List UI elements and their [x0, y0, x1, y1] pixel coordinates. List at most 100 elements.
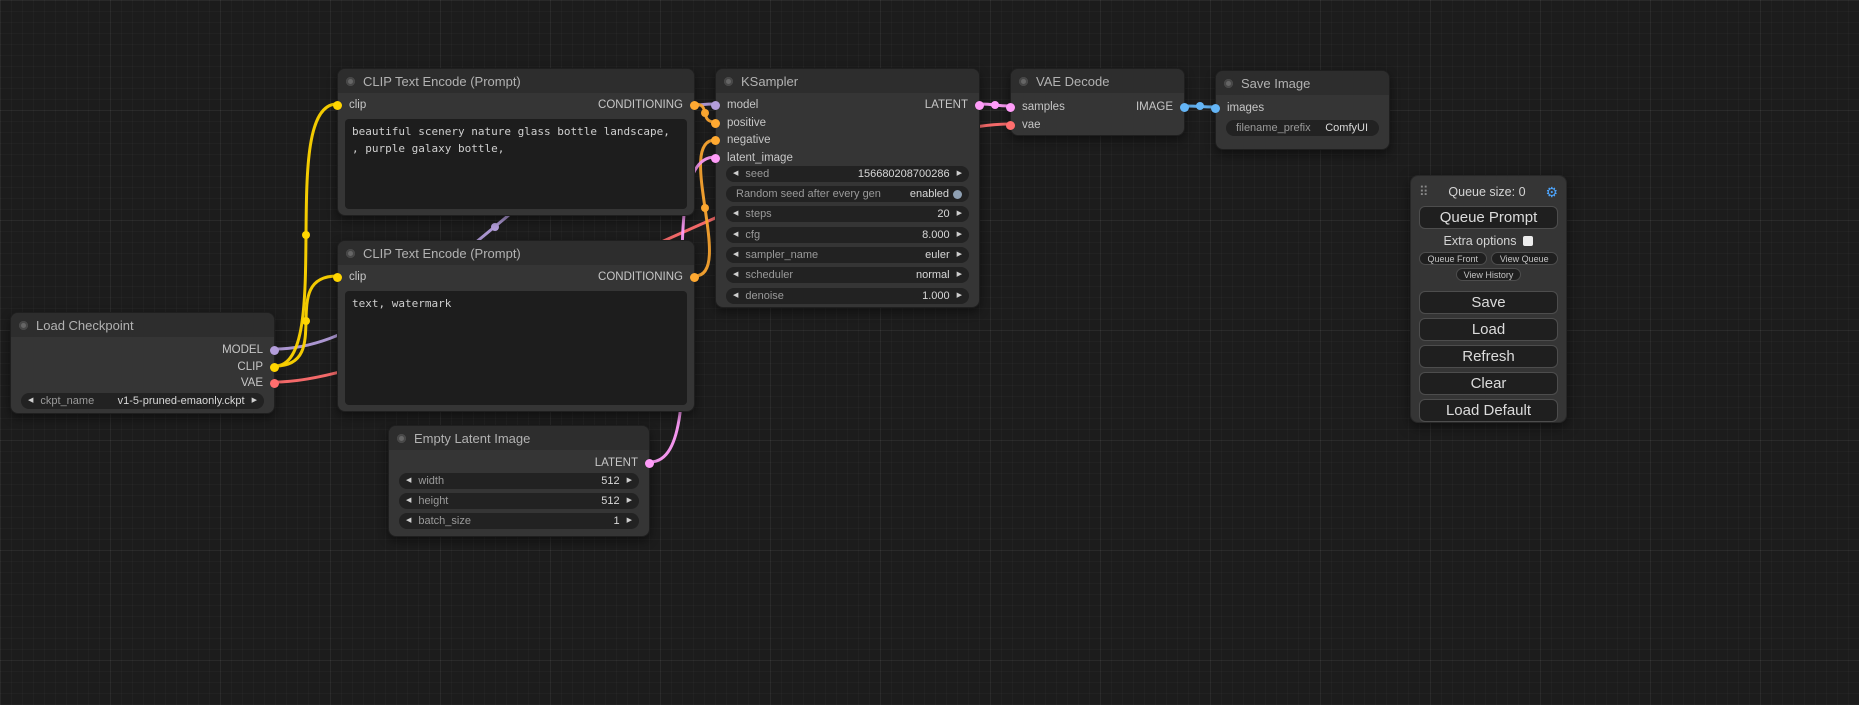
- output-port-latent: LATENT: [389, 456, 649, 470]
- arrow-left-icon[interactable]: ◀: [733, 267, 738, 283]
- node-title: Load Checkpoint: [36, 318, 134, 333]
- widget-denoise[interactable]: ◀ denoise 1.000 ▶: [726, 288, 969, 304]
- view-history-button[interactable]: View History: [1456, 268, 1522, 281]
- widget-ckpt-name[interactable]: ◀ ckpt_name v1-5-pruned-emaonly.ckpt ▶: [21, 393, 264, 409]
- settings-gear-icon[interactable]: ⚙: [1545, 184, 1558, 201]
- conditioning-port-dot-icon[interactable]: [690, 101, 699, 110]
- widget-value: v1-5-pruned-emaonly.ckpt: [118, 395, 245, 407]
- link-midpoint-dot: [991, 101, 999, 109]
- image-port-dot-icon[interactable]: [1211, 104, 1220, 113]
- widget-scheduler[interactable]: ◀ scheduler normal ▶: [726, 267, 969, 283]
- output-port-clip: CLIP: [11, 360, 274, 374]
- widget-filename-prefix[interactable]: filename_prefix ComfyUI: [1226, 120, 1379, 136]
- node-vae-decode[interactable]: VAE Decode samples vae IMAGE: [1010, 68, 1185, 136]
- widget-height[interactable]: ◀ height 512 ▶: [399, 493, 639, 509]
- arrow-left-icon[interactable]: ◀: [28, 393, 33, 409]
- arrow-right-icon[interactable]: ▶: [252, 393, 257, 409]
- node-clip-text-encode-positive[interactable]: CLIP Text Encode (Prompt) clip CONDITION…: [337, 68, 695, 216]
- arrow-right-icon[interactable]: ▶: [957, 206, 962, 222]
- toggle-dot-icon[interactable]: [953, 190, 962, 199]
- node-load-checkpoint[interactable]: Load Checkpoint MODEL CLIP VAE ◀ ckpt_na…: [10, 312, 275, 414]
- arrow-right-icon[interactable]: ▶: [627, 513, 632, 529]
- model-port-dot-icon[interactable]: [270, 346, 279, 355]
- arrow-right-icon[interactable]: ▶: [957, 227, 962, 243]
- vae-port-dot-icon[interactable]: [1006, 121, 1015, 130]
- link-midpoint-dot: [491, 223, 499, 231]
- conditioning-port-dot-icon[interactable]: [711, 136, 720, 145]
- node-title: Save Image: [1241, 76, 1310, 91]
- arrow-right-icon[interactable]: ▶: [957, 166, 962, 182]
- vae-port-dot-icon[interactable]: [270, 379, 279, 388]
- output-port-conditioning: CONDITIONING: [338, 270, 694, 284]
- arrow-left-icon[interactable]: ◀: [406, 493, 411, 509]
- port-label: CONDITIONING: [598, 270, 683, 284]
- widget-steps[interactable]: ◀ steps 20 ▶: [726, 206, 969, 222]
- load-default-button[interactable]: Load Default: [1419, 399, 1558, 422]
- node-header[interactable]: Save Image: [1216, 71, 1389, 95]
- node-clip-text-encode-negative[interactable]: CLIP Text Encode (Prompt) clip CONDITION…: [337, 240, 695, 412]
- clear-button[interactable]: Clear: [1419, 372, 1558, 395]
- node-empty-latent-image[interactable]: Empty Latent Image LATENT ◀ width 512 ▶ …: [388, 425, 650, 537]
- arrow-right-icon[interactable]: ▶: [627, 493, 632, 509]
- collapse-toggle-icon[interactable]: [346, 249, 355, 258]
- extra-options-checkbox[interactable]: [1523, 236, 1533, 246]
- arrow-right-icon[interactable]: ▶: [627, 473, 632, 489]
- queue-buttons-row: Queue Front View Queue: [1419, 252, 1558, 265]
- arrow-left-icon[interactable]: ◀: [733, 206, 738, 222]
- node-header[interactable]: VAE Decode: [1011, 69, 1184, 93]
- load-button[interactable]: Load: [1419, 318, 1558, 341]
- arrow-left-icon[interactable]: ◀: [733, 166, 738, 182]
- conditioning-port-dot-icon[interactable]: [711, 119, 720, 128]
- widget-value: 1.000: [922, 290, 950, 302]
- view-queue-button[interactable]: View Queue: [1491, 252, 1559, 265]
- widget-width[interactable]: ◀ width 512 ▶: [399, 473, 639, 489]
- arrow-left-icon[interactable]: ◀: [406, 473, 411, 489]
- latent-port-dot-icon[interactable]: [645, 459, 654, 468]
- clip-port-dot-icon[interactable]: [270, 363, 279, 372]
- latent-port-dot-icon[interactable]: [711, 154, 720, 163]
- node-header[interactable]: CLIP Text Encode (Prompt): [338, 69, 694, 93]
- collapse-toggle-icon[interactable]: [346, 77, 355, 86]
- port-label: IMAGE: [1136, 100, 1173, 114]
- widget-cfg[interactable]: ◀ cfg 8.000 ▶: [726, 227, 969, 243]
- widget-label: denoise: [745, 290, 784, 302]
- widget-random-seed-toggle[interactable]: Random seed after every gen enabled: [726, 186, 969, 202]
- node-save-image[interactable]: Save Image images filename_prefix ComfyU…: [1215, 70, 1390, 150]
- widget-sampler-name[interactable]: ◀ sampler_name euler ▶: [726, 247, 969, 263]
- positive-prompt-textarea[interactable]: beautiful scenery nature glass bottle la…: [345, 119, 687, 209]
- collapse-toggle-icon[interactable]: [397, 434, 406, 443]
- arrow-right-icon[interactable]: ▶: [957, 247, 962, 263]
- queue-prompt-button[interactable]: Queue Prompt: [1419, 206, 1558, 229]
- conditioning-port-dot-icon[interactable]: [690, 273, 699, 282]
- node-ksampler[interactable]: KSampler model positive negative latent_…: [715, 68, 980, 308]
- negative-prompt-textarea[interactable]: text, watermark: [345, 291, 687, 405]
- node-graph-canvas[interactable]: Load Checkpoint MODEL CLIP VAE ◀ ckpt_na…: [0, 0, 1859, 705]
- input-port-latent-image: latent_image: [716, 151, 979, 165]
- arrow-left-icon[interactable]: ◀: [733, 247, 738, 263]
- collapse-toggle-icon[interactable]: [724, 77, 733, 86]
- refresh-button[interactable]: Refresh: [1419, 345, 1558, 368]
- widget-label: steps: [745, 208, 771, 220]
- collapse-toggle-icon[interactable]: [19, 321, 28, 330]
- widget-label: scheduler: [745, 269, 793, 281]
- widget-batch-size[interactable]: ◀ batch_size 1 ▶: [399, 513, 639, 529]
- save-button[interactable]: Save: [1419, 291, 1558, 314]
- latent-port-dot-icon[interactable]: [975, 101, 984, 110]
- arrow-right-icon[interactable]: ▶: [957, 267, 962, 283]
- extra-options-row: Extra options: [1419, 232, 1558, 250]
- arrow-left-icon[interactable]: ◀: [733, 288, 738, 304]
- drag-handle-icon[interactable]: ⠿: [1419, 184, 1429, 200]
- node-header[interactable]: Load Checkpoint: [11, 313, 274, 337]
- arrow-right-icon[interactable]: ▶: [957, 288, 962, 304]
- arrow-left-icon[interactable]: ◀: [733, 227, 738, 243]
- node-header[interactable]: CLIP Text Encode (Prompt): [338, 241, 694, 265]
- node-header[interactable]: Empty Latent Image: [389, 426, 649, 450]
- node-header[interactable]: KSampler: [716, 69, 979, 93]
- image-port-dot-icon[interactable]: [1180, 103, 1189, 112]
- output-port-image: IMAGE: [1011, 100, 1184, 114]
- queue-front-button[interactable]: Queue Front: [1419, 252, 1487, 265]
- collapse-toggle-icon[interactable]: [1019, 77, 1028, 86]
- arrow-left-icon[interactable]: ◀: [406, 513, 411, 529]
- widget-seed[interactable]: ◀ seed 156680208700286 ▶: [726, 166, 969, 182]
- collapse-toggle-icon[interactable]: [1224, 79, 1233, 88]
